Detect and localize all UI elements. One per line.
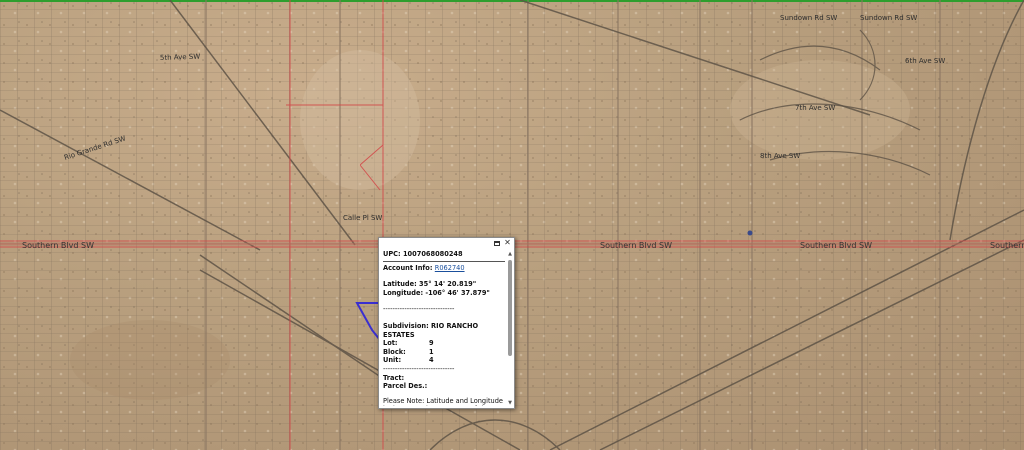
separator: ------------------------------ [383, 305, 455, 314]
latitude-label: Latitude: [383, 280, 417, 289]
road-label: 7th Ave SW [795, 104, 835, 112]
latitude-row: Latitude: 35° 14' 20.819" [383, 280, 505, 289]
road-label: Southern Blvd SW [22, 241, 94, 250]
tract-label: Tract: [383, 373, 405, 382]
marker-icon [747, 230, 753, 236]
popup-content: UPC: 1007068080248 Account Info: R062740… [383, 250, 505, 406]
lot-row: Lot: 9 [383, 339, 505, 348]
account-row: Account Info: R062740 [383, 264, 505, 273]
scroll-up-icon[interactable]: ▲ [507, 252, 513, 257]
latitude-value: 35° 14' 20.819" [419, 280, 477, 289]
block-row: Block: 1 [383, 348, 505, 357]
popup-scrollbar[interactable]: ▲ ▼ [507, 252, 513, 406]
road-label: Sundown Rd SW [780, 14, 837, 22]
unit-row: Unit: 4 [383, 356, 505, 365]
scroll-thumb[interactable] [508, 260, 512, 356]
scroll-down-icon[interactable]: ▼ [507, 401, 513, 406]
maximize-icon[interactable] [492, 239, 501, 247]
unit-value: 4 [429, 356, 434, 365]
road-label: Calle Pl SW [343, 214, 382, 222]
road-label: 5th Ave SW [160, 53, 201, 62]
map-view[interactable]: 5th Ave SW Southern Blvd SW Southern Blv… [0, 0, 1024, 450]
popup-titlebar: ✕ [379, 238, 514, 248]
account-label: Account Info: [383, 263, 433, 272]
parcel-description-label: Parcel Des.: [383, 382, 428, 391]
road-label: 8th Ave SW [760, 152, 800, 160]
coordinate-note: Please Note: Latitude and Longitude is t… [383, 396, 503, 406]
road-label: Southern Blvd SW [990, 241, 1024, 250]
longitude-label: Longitude: [383, 288, 424, 297]
separator: ------------------------------ [383, 364, 455, 373]
longitude-row: Longitude: -106° 46' 37.879" [383, 289, 505, 298]
upc-label: UPC: [383, 250, 401, 258]
subdivision-label: Subdivision: [383, 321, 429, 330]
block-label: Block: [383, 347, 406, 356]
road-label: 6th Ave SW [905, 57, 945, 65]
lot-value: 9 [429, 339, 434, 348]
account-link[interactable]: R062740 [435, 264, 465, 272]
upc-row: UPC: 1007068080248 [383, 250, 505, 262]
subdivision-row: Subdivision: RIO RANCHO ESTATES [383, 322, 505, 339]
block-value: 1 [429, 347, 434, 356]
close-icon[interactable]: ✕ [503, 239, 512, 247]
lot-label: Lot: [383, 339, 398, 348]
road-label: Southern Blvd SW [800, 241, 872, 250]
unit-label: Unit: [383, 356, 402, 365]
upc-value: 1007068080248 [402, 250, 463, 258]
parcel-info-popup: ✕ UPC: 1007068080248 Account Info: R0627… [378, 237, 515, 409]
longitude-value: -106° 46' 37.879" [425, 288, 490, 297]
road-label: Southern Blvd SW [600, 241, 672, 250]
road-label: Sundown Rd SW [860, 14, 917, 22]
